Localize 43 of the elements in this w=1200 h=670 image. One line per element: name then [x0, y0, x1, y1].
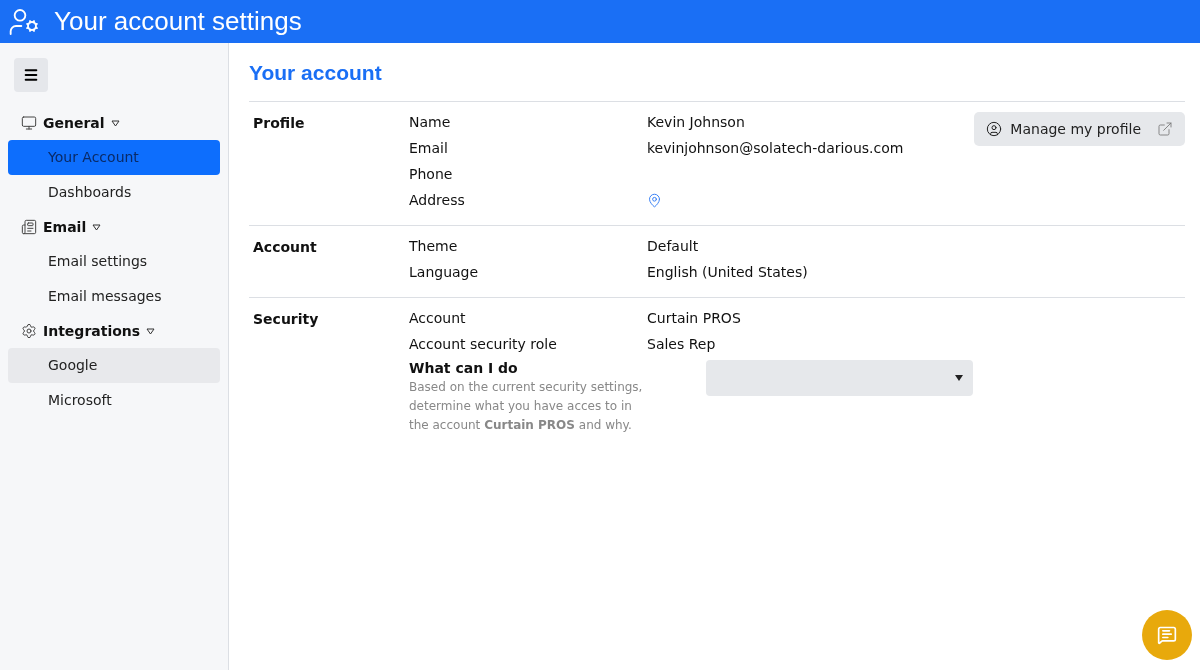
section-title: Profile [253, 114, 306, 133]
manage-profile-button[interactable]: Manage my profile [974, 112, 1185, 146]
caret-down-icon[interactable] [92, 223, 102, 231]
field-value: English (United States) [647, 263, 809, 282]
menu-button[interactable] [14, 58, 48, 92]
caret-down-icon[interactable] [146, 327, 156, 335]
sidebar-group-title[interactable]: General [43, 115, 105, 131]
sidebar-item[interactable]: Google [8, 348, 220, 383]
field-label: Account security role [409, 335, 558, 354]
sidebar-item[interactable]: Microsoft [8, 383, 220, 418]
field-label: Phone [409, 165, 454, 184]
field-label: Language [409, 263, 480, 282]
page-header-title: Your account settings [54, 6, 302, 37]
field-value: Kevin Johnson [647, 113, 746, 132]
question-description: Based on the current security settings, determine what you have acces to in the account Curtain PROS and why. [409, 379, 644, 434]
user-circle-icon [986, 121, 1003, 137]
sidebar-item[interactable]: Email messages [8, 279, 220, 314]
question-title: What can I do [409, 360, 519, 376]
menu-icon [23, 67, 39, 83]
sidebar-group-title[interactable]: Integrations [43, 323, 141, 339]
field-label: Address [409, 191, 466, 210]
section-title: Security [253, 310, 320, 329]
location-pin-icon[interactable] [647, 193, 662, 208]
sidebar-group-title[interactable]: Email [43, 219, 87, 235]
field-label: Name [409, 113, 452, 132]
section-title: Account [253, 238, 318, 257]
field-value: Sales Rep [647, 335, 717, 354]
field-value: Curtain PROS [647, 309, 742, 328]
monitor-icon [21, 115, 37, 131]
field-label: Theme [409, 237, 459, 256]
field-value: Default [647, 237, 700, 256]
page-title: Your account [249, 61, 383, 85]
field-label: Account [409, 309, 467, 328]
field-value: kevinjohnson@solatech-darious.com [647, 139, 905, 158]
caret-down-icon[interactable] [110, 119, 120, 127]
caret-down-icon [955, 375, 963, 381]
chat-icon [1157, 625, 1177, 645]
external-link-icon [1157, 121, 1173, 137]
field-label: Email [409, 139, 449, 158]
newspaper-icon [21, 219, 37, 235]
sidebar-item[interactable]: Dashboards [8, 175, 220, 210]
sidebar-item[interactable]: Email settings [8, 244, 220, 279]
gear-icon [21, 323, 37, 339]
